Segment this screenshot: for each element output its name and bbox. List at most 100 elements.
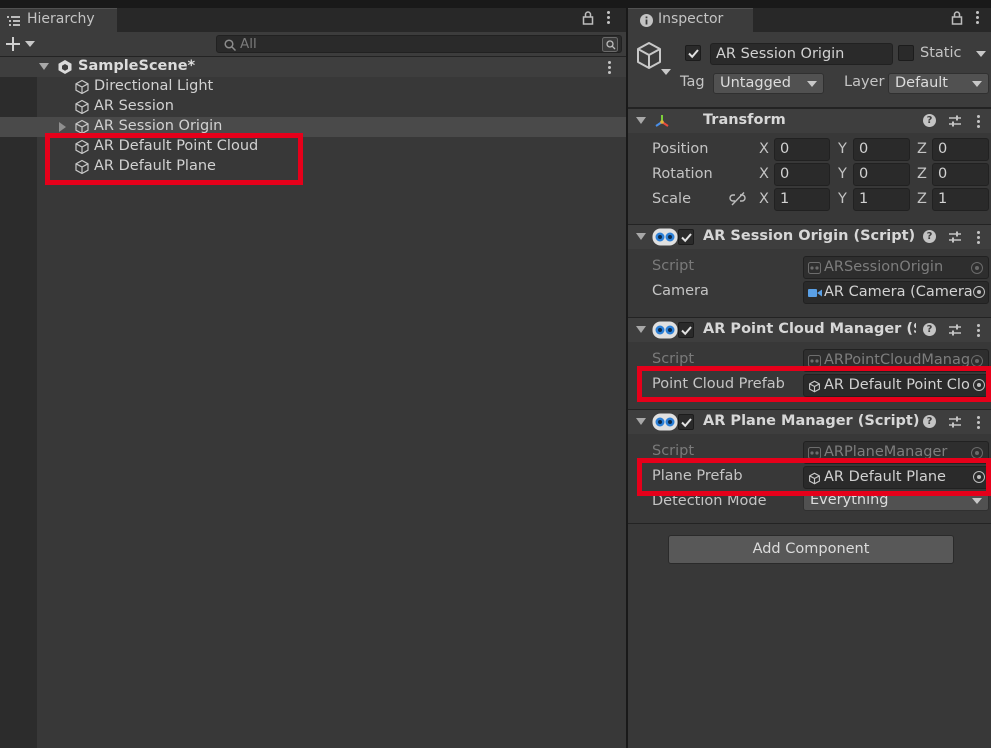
position-label: Position — [652, 141, 709, 157]
gameobject-cube-icon — [637, 42, 661, 69]
scene-search-toggle-icon[interactable] — [602, 37, 618, 52]
tag-label: Tag — [680, 74, 705, 90]
camera-field[interactable]: AR Camera (Camera — [803, 281, 989, 304]
chevron-down-icon — [972, 81, 982, 87]
plus-icon — [6, 37, 20, 51]
ar-plane-manager-title: AR Plane Manager (Script) — [703, 413, 920, 429]
ar-plane-manager-header[interactable]: AR Plane Manager (Script) ? — [628, 409, 991, 434]
hierarchy-tab[interactable]: Hierarchy — [0, 8, 117, 32]
hierarchy-item-directional-light[interactable]: Directional Light — [0, 77, 626, 97]
component-menu-icon[interactable] — [977, 231, 981, 246]
hierarchy-item-label: AR Session — [94, 98, 174, 114]
create-dropdown[interactable] — [4, 35, 38, 53]
object-name-input[interactable]: AR Session Origin — [710, 43, 893, 65]
chevron-down-icon[interactable] — [976, 51, 986, 57]
position-z-field[interactable]: 0 — [932, 138, 989, 161]
unity-scene-icon — [58, 60, 72, 74]
window-top-bar — [628, 0, 991, 8]
axis-y-label: Y — [838, 191, 847, 207]
constrain-proportions-icon[interactable] — [729, 192, 747, 206]
layer-value: Default — [895, 75, 948, 91]
chevron-down-icon — [25, 41, 35, 47]
script-value: ARSessionOrigin — [824, 259, 944, 275]
axis-x-label: X — [759, 166, 769, 182]
hierarchy-gutter — [0, 77, 37, 748]
tag-dropdown[interactable]: Untagged — [713, 73, 824, 94]
inspector-menu-icon[interactable] — [976, 11, 980, 26]
help-icon[interactable]: ? — [923, 114, 936, 127]
static-checkbox[interactable] — [898, 45, 914, 61]
rotation-z-field[interactable]: 0 — [932, 163, 989, 186]
expand-arrow-icon[interactable] — [39, 63, 49, 70]
help-icon[interactable]: ? — [923, 415, 936, 428]
position-x-field[interactable]: 0 — [774, 138, 830, 161]
position-y-field[interactable]: 0 — [853, 138, 910, 161]
presets-icon[interactable] — [948, 230, 962, 244]
layer-label: Layer — [844, 74, 885, 90]
search-placeholder: All — [240, 36, 257, 52]
fold-arrow-icon[interactable] — [636, 117, 646, 124]
hierarchy-menu-icon[interactable] — [607, 11, 611, 26]
hierarchy-tab-label: Hierarchy — [27, 11, 95, 27]
checkmark-icon — [681, 233, 692, 243]
chevron-down-icon — [807, 81, 817, 87]
axis-x-label: X — [759, 141, 769, 157]
scene-name: SampleScene* — [78, 58, 196, 74]
presets-icon[interactable] — [948, 323, 962, 337]
scene-row[interactable]: SampleScene* — [0, 57, 626, 77]
rotation-y-field[interactable]: 0 — [853, 163, 910, 186]
hierarchy-item-label: AR Session Origin — [94, 118, 223, 134]
info-icon — [640, 14, 653, 27]
scale-z-field[interactable]: 1 — [932, 188, 989, 211]
fold-arrow-icon[interactable] — [636, 233, 646, 240]
axis-y-label: Y — [838, 166, 847, 182]
help-icon[interactable]: ? — [923, 230, 936, 243]
ar-point-cloud-manager-header[interactable]: AR Point Cloud Manager (Scr ? — [628, 317, 991, 342]
gameobject-cube-icon — [75, 99, 89, 115]
lock-icon[interactable] — [582, 11, 594, 25]
hierarchy-search[interactable]: All — [216, 35, 622, 53]
help-icon[interactable]: ? — [923, 323, 936, 336]
transform-header[interactable]: Transform ? — [628, 108, 991, 133]
transform-title: Transform — [703, 112, 786, 128]
fold-arrow-icon[interactable] — [636, 326, 646, 333]
expand-arrow-icon[interactable] — [59, 122, 66, 132]
add-component-button[interactable]: Add Component — [668, 535, 954, 564]
static-label: Static — [920, 45, 962, 61]
component-enabled-checkbox[interactable] — [678, 229, 694, 245]
component-menu-icon[interactable] — [977, 115, 981, 130]
rotation-x-field[interactable]: 0 — [774, 163, 830, 186]
script-component-icon — [652, 413, 678, 431]
camera-label: Camera — [652, 283, 709, 299]
scene-menu-icon[interactable] — [608, 61, 612, 76]
object-icon-button[interactable] — [635, 41, 673, 77]
inspector-tab[interactable]: Inspector — [628, 8, 753, 32]
layer-dropdown[interactable]: Default — [888, 73, 989, 94]
axis-y-label: Y — [838, 141, 847, 157]
scale-y-field[interactable]: 1 — [853, 188, 910, 211]
chevron-down-icon — [661, 69, 671, 75]
active-checkbox[interactable] — [685, 45, 701, 61]
component-menu-icon[interactable] — [977, 416, 981, 431]
component-enabled-checkbox[interactable] — [678, 414, 694, 430]
object-picker-icon[interactable] — [973, 286, 985, 298]
separator — [628, 523, 991, 524]
hierarchy-item-label: Directional Light — [94, 78, 214, 94]
camera-icon — [808, 289, 822, 297]
fold-arrow-icon[interactable] — [636, 418, 646, 425]
script-label: Script — [652, 351, 695, 367]
inspector-tab-label: Inspector — [658, 11, 724, 27]
hierarchy-item-ar-session[interactable]: AR Session — [0, 97, 626, 117]
presets-icon[interactable] — [948, 114, 962, 128]
transform-axes-icon — [655, 115, 669, 127]
highlight-box-point-cloud-prefab — [637, 366, 991, 402]
gameobject-cube-icon — [75, 79, 89, 95]
scale-x-field[interactable]: 1 — [774, 188, 830, 211]
component-enabled-checkbox[interactable] — [678, 322, 694, 338]
checkmark-icon — [681, 326, 692, 336]
presets-icon[interactable] — [948, 415, 962, 429]
component-menu-icon[interactable] — [977, 324, 981, 339]
rotation-label: Rotation — [652, 166, 713, 182]
lock-icon[interactable] — [951, 11, 963, 25]
ar-session-origin-header[interactable]: AR Session Origin (Script) ? — [628, 224, 991, 249]
